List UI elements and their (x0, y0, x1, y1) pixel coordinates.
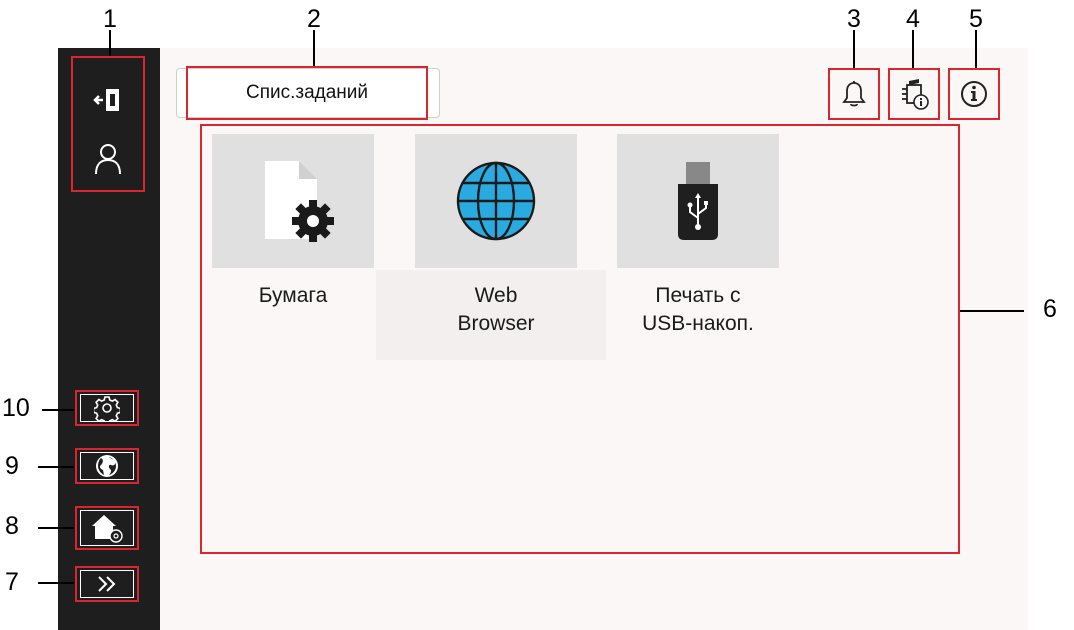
leader-line-10 (42, 409, 74, 411)
leader-line-4 (912, 30, 914, 68)
info-icon[interactable] (950, 70, 998, 118)
double-chevron-icon (98, 576, 116, 592)
leader-line-3 (853, 30, 855, 68)
home-settings-icon (92, 515, 123, 543)
expand-button[interactable] (75, 566, 139, 602)
app-label-usb-line2: USB-накоп. (642, 312, 754, 335)
app-label-usb-line1: Печать с (655, 284, 741, 307)
user-icon[interactable] (88, 138, 128, 178)
callout-6: 6 (1043, 295, 1057, 323)
app-label-web-line1: Web (474, 284, 518, 307)
job-list-tab-label[interactable]: Спис.заданий (188, 68, 426, 118)
device-info-icon[interactable] (890, 70, 938, 118)
callout-10: 10 (2, 394, 30, 422)
callout-9: 9 (5, 452, 19, 480)
leader-line-9 (38, 466, 74, 468)
app-tile-usb-print[interactable] (617, 134, 779, 268)
settings-gear-icon (94, 396, 120, 421)
leader-line-6 (958, 310, 1024, 312)
globe-icon (96, 455, 118, 477)
home-settings-button[interactable] (75, 506, 139, 550)
leader-line-5 (975, 30, 977, 68)
app-label-web-line2: Browser (457, 312, 535, 335)
app-label-paper: Бумага (258, 284, 328, 307)
usb-drive-icon (678, 162, 718, 240)
callout-8: 8 (5, 512, 19, 540)
paper-gear-icon (265, 161, 334, 242)
app-tile-web-browser[interactable] (415, 134, 577, 268)
language-button[interactable] (75, 448, 139, 484)
leader-line-2 (313, 30, 315, 68)
bell-icon[interactable] (830, 70, 878, 118)
leader-line-8 (38, 527, 74, 529)
settings-button[interactable] (75, 390, 139, 426)
app-tile-paper[interactable] (212, 134, 374, 268)
globe-web-icon (456, 161, 536, 241)
callout-7: 7 (5, 568, 19, 596)
leader-line-1 (109, 30, 111, 58)
logout-icon[interactable] (88, 82, 128, 118)
leader-line-7 (38, 582, 74, 584)
